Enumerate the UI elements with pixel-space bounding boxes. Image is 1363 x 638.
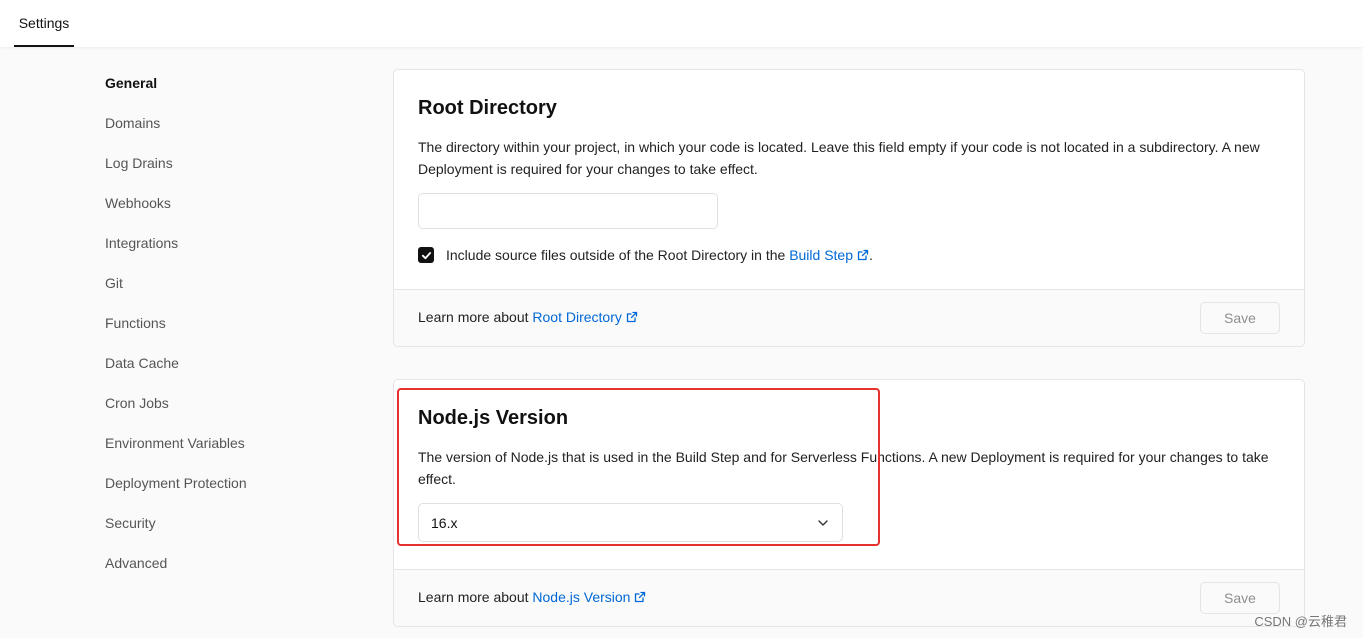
nodejs-version-footer: Learn more about Node.js Version Save — [394, 569, 1304, 626]
root-directory-docs-link[interactable]: Root Directory — [532, 309, 638, 325]
footer-prefix: Learn more about — [418, 309, 533, 325]
external-link-icon — [626, 311, 638, 323]
nodejs-version-docs-link-text: Node.js Version — [532, 589, 631, 605]
tab-settings[interactable]: Settings — [14, 0, 74, 47]
sidebar-item-webhooks[interactable]: Webhooks — [105, 194, 305, 234]
settings-sidebar: General Domains Log Drains Webhooks Inte… — [105, 74, 305, 594]
sidebar-item-security[interactable]: Security — [105, 514, 305, 554]
chevron-down-icon — [818, 520, 828, 526]
footer-prefix: Learn more about — [418, 589, 533, 605]
root-directory-footer: Learn more about Root Directory Save — [394, 289, 1304, 346]
sidebar-item-functions[interactable]: Functions — [105, 314, 305, 354]
root-directory-description: The directory within your project, in wh… — [418, 139, 1260, 177]
watermark: CSDN @云稚君 — [1254, 614, 1347, 629]
build-step-link[interactable]: Build Step — [789, 247, 869, 263]
nodejs-version-footer-text: Learn more about Node.js Version — [418, 589, 646, 605]
sidebar-item-log-drains[interactable]: Log Drains — [105, 154, 305, 194]
root-directory-input[interactable] — [418, 193, 718, 229]
sidebar-item-general[interactable]: General — [105, 74, 305, 114]
external-link-icon — [635, 591, 646, 603]
nodejs-version-selected-value: 16.x — [431, 515, 458, 531]
include-source-files-label: Include source files outside of the Root… — [446, 247, 790, 263]
root-directory-footer-text: Learn more about Root Directory — [418, 309, 638, 325]
top-bar: Settings — [0, 0, 1363, 47]
root-directory-card: Root Directory The directory within your… — [393, 69, 1305, 347]
include-source-files-checkbox[interactable] — [418, 247, 434, 263]
sidebar-item-deployment-protection[interactable]: Deployment Protection — [105, 474, 305, 514]
nodejs-version-description: The version of Node.js that is used in t… — [418, 449, 1269, 487]
root-directory-title: Root Directory — [418, 97, 557, 119]
include-source-files-row: Include source files outside of the Root… — [418, 246, 873, 264]
sidebar-item-integrations[interactable]: Integrations — [105, 234, 305, 274]
nodejs-version-card: Node.js Version The version of Node.js t… — [393, 379, 1305, 627]
nodejs-version-select[interactable]: 16.x — [418, 503, 843, 542]
sidebar-item-git[interactable]: Git — [105, 274, 305, 314]
check-icon — [421, 251, 431, 259]
nodejs-version-title: Node.js Version — [418, 407, 569, 429]
include-source-files-suffix: . — [869, 247, 873, 263]
root-directory-docs-link-text: Root Directory — [532, 309, 622, 325]
nodejs-version-docs-link[interactable]: Node.js Version — [532, 589, 646, 605]
sidebar-item-domains[interactable]: Domains — [105, 114, 305, 154]
sidebar-item-data-cache[interactable]: Data Cache — [105, 354, 305, 394]
sidebar-item-cron-jobs[interactable]: Cron Jobs — [105, 394, 305, 434]
nodejs-version-save-button[interactable]: Save — [1200, 582, 1280, 614]
root-directory-save-button[interactable]: Save — [1200, 302, 1280, 334]
external-link-icon — [857, 249, 869, 261]
sidebar-item-environment-variables[interactable]: Environment Variables — [105, 434, 305, 474]
build-step-link-text: Build Step — [789, 247, 854, 263]
sidebar-item-advanced[interactable]: Advanced — [105, 554, 305, 594]
